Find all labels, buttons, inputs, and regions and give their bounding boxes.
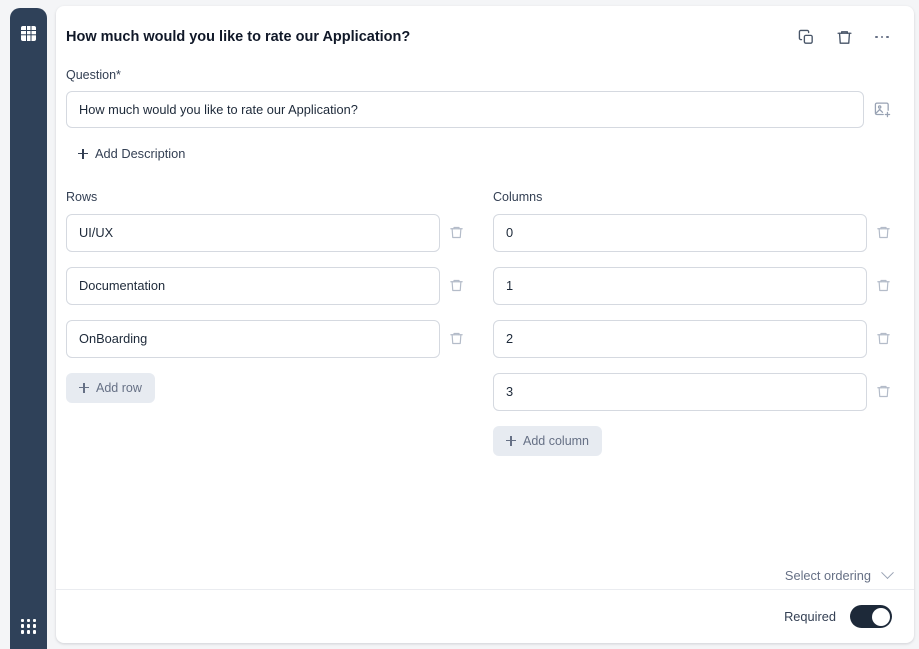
delete-row-icon[interactable] [447,277,465,295]
delete-column-icon[interactable] [874,383,892,401]
columns-list-item: 0 [493,213,892,252]
select-ordering-dropdown[interactable]: Select ordering [784,566,894,583]
app-root: How much would you like to rate our Appl… [0,0,919,649]
question-label: Question* [66,68,121,82]
select-ordering-label: Select ordering [784,568,871,583]
row-input-0[interactable]: UI/UX [66,213,440,252]
add-row-button[interactable]: Add row [66,372,155,403]
required-label: Required [784,609,836,624]
grid-table-icon[interactable] [18,22,40,44]
plus-icon [506,435,516,446]
columns-list-item: 3 [493,372,892,411]
delete-row-icon[interactable] [447,330,465,348]
chevron-down-icon [881,566,894,580]
duplicate-icon[interactable] [796,27,816,47]
card-body: Question* How much would you like to rat… [56,68,914,589]
trash-icon[interactable] [834,27,854,47]
dots-grid-icon[interactable] [18,615,40,637]
rows-list-item: OnBoarding [66,319,465,358]
columns-list-item: 1 [493,266,892,305]
row-input-1[interactable]: Documentation [66,266,440,305]
card-footer: Required [56,589,914,643]
page-title: How much would you like to rate our Appl… [66,29,411,45]
more-options-icon[interactable] [872,27,892,47]
column-input-3[interactable]: 3 [493,372,867,411]
column-input-2[interactable]: 2 [493,319,867,358]
question-card: How much would you like to rate our Appl… [56,6,914,643]
add-column-label: Add column [523,433,590,448]
delete-row-icon[interactable] [447,224,465,242]
delete-column-icon[interactable] [874,224,892,242]
card-header: How much would you like to rate our Appl… [56,6,914,68]
plus-icon [78,148,88,159]
rows-list-item: UI/UX [66,213,465,252]
column-input-1[interactable]: 1 [493,266,867,305]
card-header-actions [796,27,892,47]
question-input[interactable]: How much would you like to rate our Appl… [66,91,864,128]
delete-column-icon[interactable] [874,277,892,295]
question-input-row: How much would you like to rate our Appl… [66,91,892,128]
delete-column-icon[interactable] [874,330,892,348]
sidebar [10,8,47,649]
column-input-0[interactable]: 0 [493,213,867,252]
row-input-2[interactable]: OnBoarding [66,319,440,358]
plus-icon [79,382,89,393]
matrix-options: Rows UI/UX Documentation OnBoarding Add … [66,190,892,456]
add-description-label: Add Description [95,146,186,161]
question-block: Question* How much would you like to rat… [66,68,892,128]
required-toggle[interactable] [850,605,892,628]
columns-column: Columns 0 1 2 3 Add column [493,190,892,456]
add-row-label: Add row [96,380,142,395]
rows-list-item: Documentation [66,266,465,305]
columns-label: Columns [493,189,543,204]
add-description-button[interactable]: Add Description [78,146,185,161]
rows-label: Rows [66,189,98,204]
columns-list-item: 2 [493,319,892,358]
rows-column: Rows UI/UX Documentation OnBoarding Add … [66,190,465,456]
add-column-button[interactable]: Add column [493,425,603,456]
add-image-icon[interactable] [872,100,892,120]
